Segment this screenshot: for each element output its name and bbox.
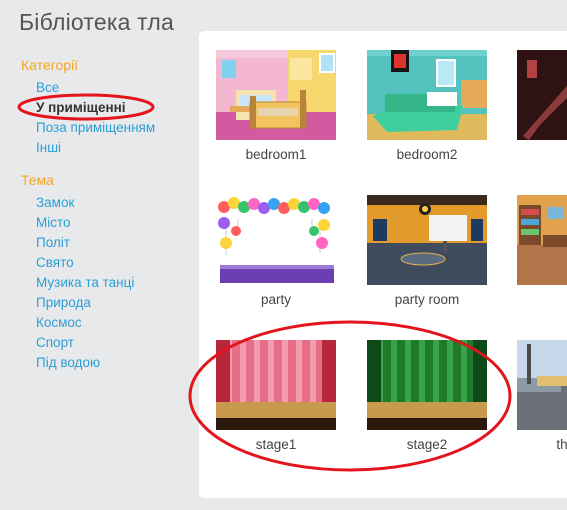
sidebar-item-indoors[interactable]: У приміщенні [21,98,196,118]
backdrop-tile-9[interactable]: the mo [517,340,567,452]
backdrop-name: ro [517,292,567,307]
sidebar-item-flying[interactable]: Політ [21,233,196,253]
stage2-thumbnail [367,340,487,430]
sidebar-item-all[interactable]: Все [21,78,196,98]
sidebar-item-other[interactable]: Інші [21,138,196,158]
backdrop-tile-stage2[interactable]: stage2 [367,340,487,452]
sidebar-item-space[interactable]: Космос [21,313,196,333]
backdrop-name: bedroom2 [396,147,458,162]
the-moon-thumbnail [517,340,567,430]
sidebar-item-nature[interactable]: Природа [21,293,196,313]
stage1-thumbnail [216,340,336,430]
sidebar-item-outdoors[interactable]: Поза приміщенням [21,118,196,138]
sidebar: Категорії Все У приміщенні Поза приміщен… [21,57,196,373]
sidebar-item-sports[interactable]: Спорт [21,333,196,353]
backdrop-grid: bedroom1 bedroom2 ca [199,31,567,498]
sidebar-item-holiday[interactable]: Свято [21,253,196,273]
backdrop-tile-party[interactable]: party [216,195,336,307]
backdrop-tile-party-room[interactable]: party room [367,195,487,307]
party-room-thumbnail [367,195,487,285]
backdrop-name: bedroom1 [245,147,307,162]
party-thumbnail [216,195,336,285]
backdrop-name: party [260,292,291,307]
backdrop-name: ca [517,147,567,162]
backdrop-tile-3[interactable]: ca [517,50,567,162]
backdrop-name: party room [394,292,460,307]
sidebar-item-city[interactable]: Місто [21,213,196,233]
sidebar-item-music-dance[interactable]: Музика та танці [21,273,196,293]
backdrop-name: the mo [556,437,567,452]
backdrop-name: stage2 [406,437,448,452]
page-title: Бібліотека тла [19,9,175,35]
backdrop-tile-bedroom2[interactable]: bedroom2 [367,50,487,162]
backdrop-tile-stage1[interactable]: stage1 [216,340,336,452]
backdrop-name: stage1 [255,437,297,452]
castle-thumbnail [517,50,567,140]
backdrop-tile-bedroom1[interactable]: bedroom1 [216,50,336,162]
bedroom2-thumbnail [367,50,487,140]
sidebar-item-castle[interactable]: Замок [21,193,196,213]
backdrop-tile-6[interactable]: ro [517,195,567,307]
theme-heading: Тема [21,172,54,188]
room-thumbnail [517,195,567,285]
category-heading: Категорії [21,57,79,73]
sidebar-item-underwater[interactable]: Під водою [21,353,196,373]
bedroom1-thumbnail [216,50,336,140]
